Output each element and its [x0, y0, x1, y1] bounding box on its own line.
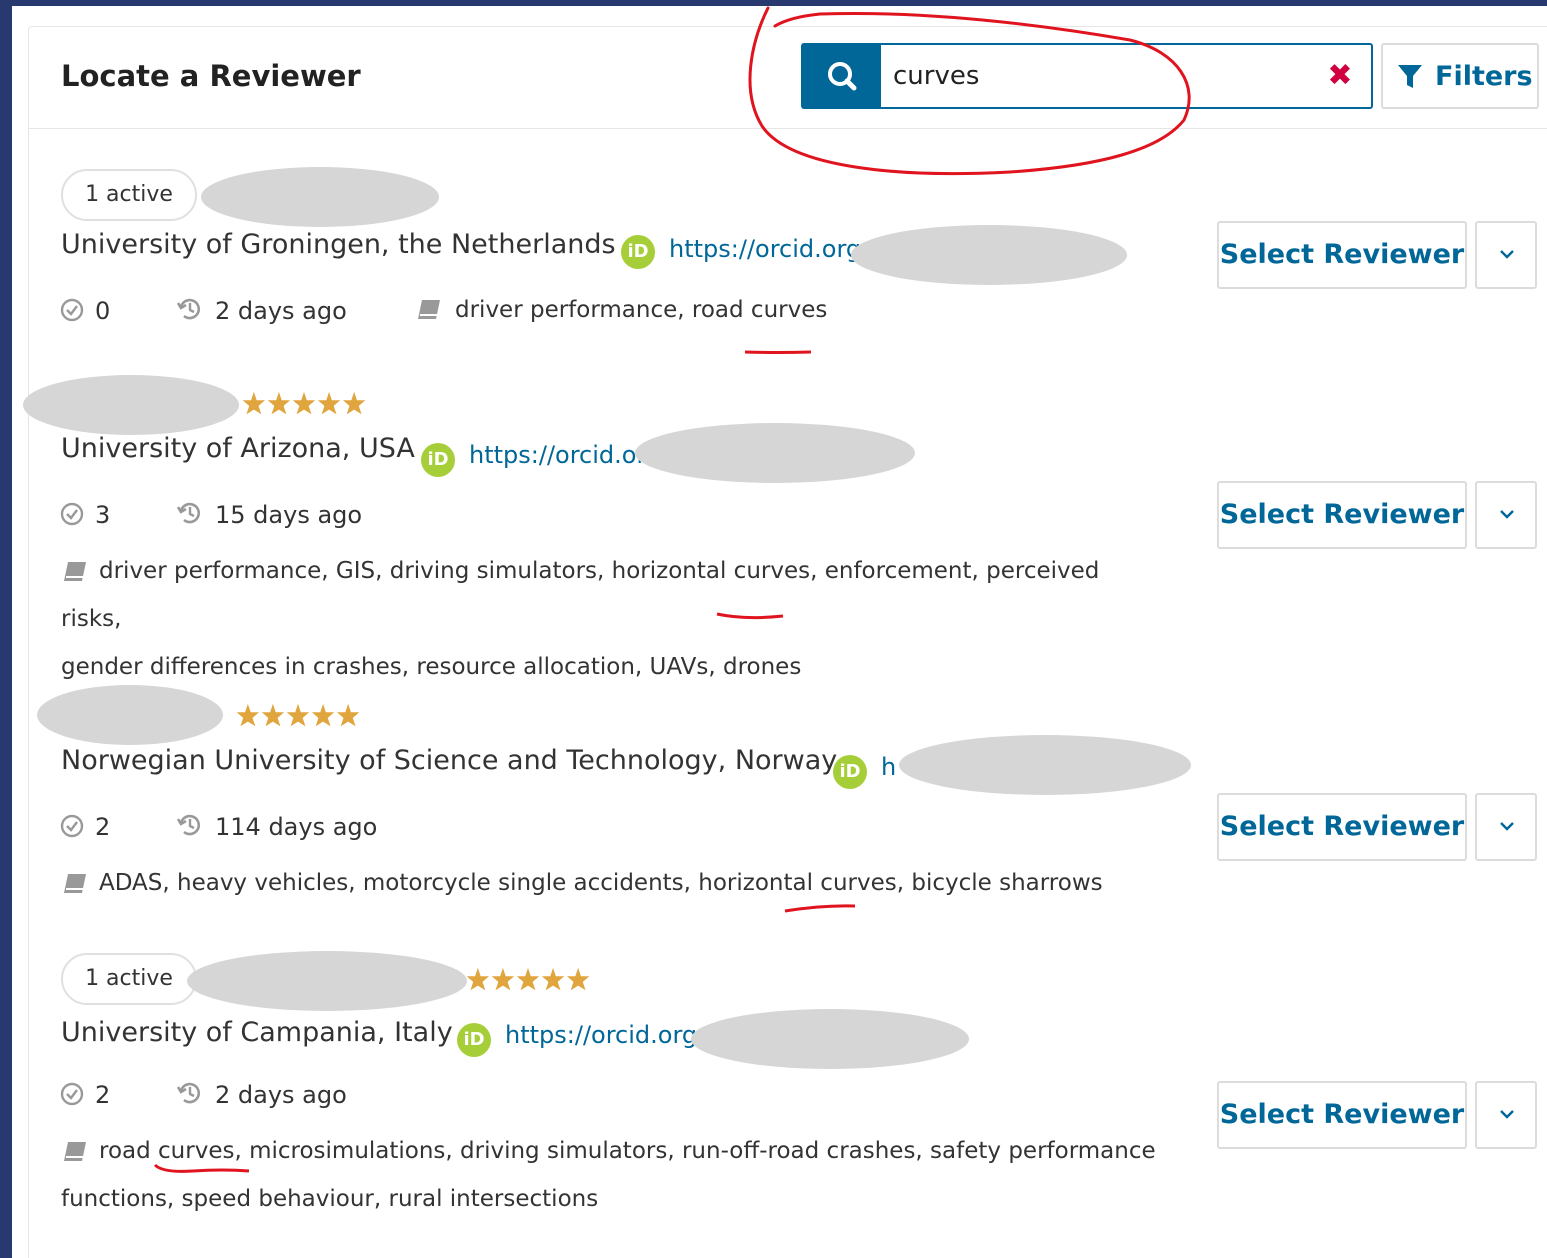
annotation-underline — [716, 612, 784, 620]
reviewer-affiliation: University of Groningen, the Netherlands — [61, 229, 616, 260]
book-icon — [64, 873, 86, 893]
research-interests: road curves, microsimulations, driving s… — [61, 1127, 1161, 1223]
reviewer-panel: Locate a Reviewer ✖ Filters — [12, 6, 1547, 1258]
redacted-orcid — [899, 735, 1191, 795]
rating-stars — [242, 391, 366, 415]
search-icon — [828, 62, 857, 91]
redacted-orcid — [635, 423, 915, 483]
research-interests: driver performance, GIS, driving simulat… — [61, 547, 1161, 691]
redacted-orcid — [851, 225, 1127, 285]
filters-button[interactable]: Filters — [1381, 43, 1539, 109]
annotation-underline — [153, 1163, 250, 1173]
last-active: 2 days ago — [215, 1081, 347, 1109]
book-icon — [418, 300, 440, 319]
chevron-down-icon — [1500, 250, 1514, 259]
annotation-underline — [784, 904, 856, 913]
reviewer-affiliation: University of Campania, Italy — [61, 1017, 453, 1048]
redacted-name — [37, 685, 223, 745]
search-box: ✖ — [801, 43, 1373, 109]
orcid-icon: iD — [457, 1023, 491, 1057]
reviewer-affiliation: University of Arizona, USA — [61, 433, 415, 464]
search-input[interactable] — [893, 55, 1313, 97]
rating-stars — [466, 967, 590, 991]
completed-count: 2 — [95, 813, 111, 841]
filter-icon — [1398, 65, 1422, 88]
select-reviewer-button[interactable]: Select Reviewer — [1217, 481, 1467, 549]
reviewer-item: 1 active University of Groningen, the Ne… — [29, 167, 1547, 367]
close-icon: ✖ — [1327, 58, 1353, 93]
research-interests: ADAS, heavy vehicles, motorcycle single … — [61, 859, 1161, 907]
history-icon — [176, 814, 201, 836]
last-active: 15 days ago — [215, 501, 363, 529]
reviewer-options-button[interactable] — [1475, 1081, 1537, 1149]
check-circle-icon — [60, 1082, 84, 1106]
interests-line: driver performance, GIS, driving simulat… — [61, 558, 1100, 632]
interests-line: gender differences in crashes, resource … — [61, 654, 802, 680]
book-icon — [64, 561, 86, 581]
orcid-icon: iD — [833, 755, 867, 789]
completed-count: 3 — [95, 501, 111, 529]
orcid-icon: iD — [621, 235, 655, 269]
rating-stars — [236, 703, 360, 727]
orcid-link[interactable]: https://orcid.org — [505, 1021, 697, 1049]
reviewer-affiliation: Norwegian University of Science and Tech… — [61, 745, 838, 776]
reviewer-options-button[interactable] — [1475, 793, 1537, 861]
chevron-down-icon — [1500, 822, 1514, 831]
check-circle-icon — [60, 814, 84, 838]
chevron-down-icon — [1500, 1110, 1514, 1119]
orcid-link[interactable]: https://orcid.org — [669, 235, 861, 263]
reviewer-item: 1 active University of Campania, Italy i… — [29, 951, 1547, 1251]
select-reviewer-button[interactable]: Select Reviewer — [1217, 793, 1467, 861]
research-interests: driver performance, road curves — [455, 297, 828, 323]
active-badge: 1 active — [61, 169, 197, 221]
interests-line: functions, speed behaviour, rural inters… — [61, 1186, 599, 1212]
reviewer-panel-content: Locate a Reviewer ✖ Filters — [23, 26, 1547, 1258]
history-icon — [176, 298, 201, 320]
reviewer-item: Norwegian University of Science and Tech… — [29, 683, 1547, 923]
redacted-orcid — [691, 1009, 969, 1069]
book-icon — [64, 1141, 86, 1161]
check-circle-icon — [60, 502, 84, 526]
annotation-underline — [744, 350, 812, 354]
history-icon — [176, 502, 201, 524]
orcid-link[interactable]: https://orcid.or — [469, 441, 646, 469]
check-circle-icon — [60, 298, 84, 322]
completed-count: 2 — [95, 1081, 111, 1109]
completed-count: 0 — [95, 297, 111, 325]
orcid-link[interactable]: h — [881, 753, 896, 781]
redacted-name — [187, 951, 467, 1011]
reviewer-options-button[interactable] — [1475, 221, 1537, 289]
reviewer-item: University of Arizona, USA iD https://or… — [23, 371, 1547, 680]
search-button[interactable] — [803, 45, 881, 107]
history-icon — [176, 1082, 201, 1104]
page-title: Locate a Reviewer — [61, 59, 361, 93]
filters-label: Filters — [1435, 61, 1533, 92]
reviewer-options-button[interactable] — [1475, 481, 1537, 549]
redacted-name — [201, 167, 439, 227]
last-active: 114 days ago — [215, 813, 378, 841]
interests-line: ADAS, heavy vehicles, motorcycle single … — [99, 870, 1103, 896]
active-badge: 1 active — [61, 953, 197, 1005]
interests-line: road curves, microsimulations, driving s… — [99, 1138, 1156, 1164]
orcid-icon: iD — [421, 443, 455, 477]
panel-header: Locate a Reviewer ✖ Filters — [29, 27, 1547, 129]
select-reviewer-button[interactable]: Select Reviewer — [1217, 1081, 1467, 1149]
select-reviewer-button[interactable]: Select Reviewer — [1217, 221, 1467, 289]
chevron-down-icon — [1500, 510, 1514, 519]
clear-search-button[interactable]: ✖ — [1323, 59, 1357, 93]
redacted-name — [23, 375, 239, 435]
last-active: 2 days ago — [215, 297, 347, 325]
